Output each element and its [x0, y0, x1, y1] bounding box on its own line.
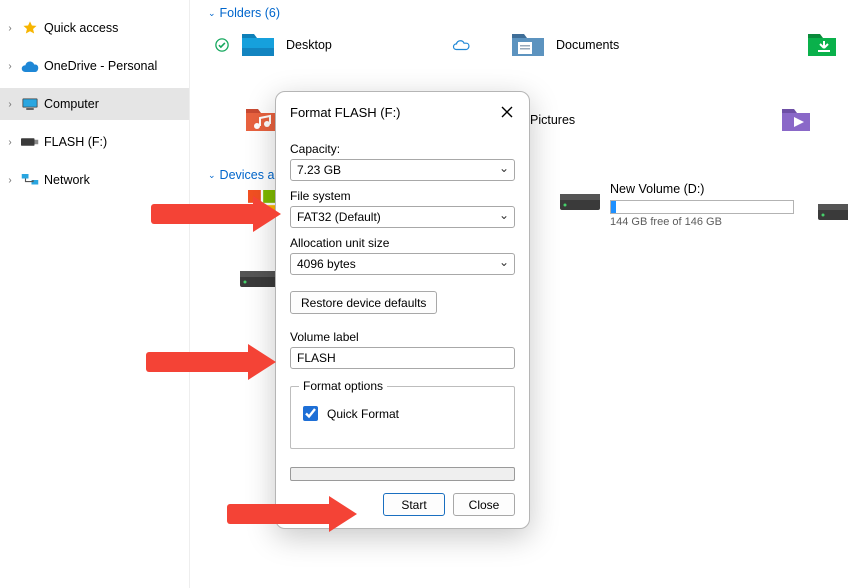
nav-label: OneDrive - Personal — [44, 59, 157, 73]
start-button[interactable]: Start — [383, 493, 445, 516]
folder-icon — [510, 28, 546, 61]
close-action-button[interactable]: Close — [453, 493, 515, 516]
format-dialog: Format FLASH (F:) Capacity: 7.23 GB File… — [275, 91, 530, 529]
folder-icon — [780, 103, 810, 136]
sync-ok-icon — [214, 37, 230, 53]
volume-label-label: Volume label — [290, 330, 515, 344]
chevron-right-icon: › — [4, 137, 16, 148]
devices-header-text: Devices a — [220, 168, 275, 182]
nav-item-computer[interactable]: › Computer — [0, 88, 189, 120]
folder-documents[interactable]: Documents — [510, 28, 790, 61]
cloud-status-icon — [452, 38, 470, 52]
folder-downloads[interactable] — [806, 28, 836, 61]
chevron-right-icon: › — [4, 23, 16, 34]
folder-label: Pictures — [530, 113, 575, 127]
volume-usage-bar — [610, 200, 794, 214]
network-icon — [20, 171, 40, 189]
chevron-right-icon: › — [4, 99, 16, 110]
format-progress-bar — [290, 467, 515, 481]
folder-icon — [240, 28, 276, 61]
chevron-down-icon: ⌄ — [208, 170, 216, 181]
computer-icon — [20, 95, 40, 113]
nav-item-network[interactable]: › Network — [0, 164, 189, 196]
volume-label: New Volume (D:) — [610, 182, 794, 196]
chevron-down-icon: ⌄ — [208, 8, 216, 19]
nav-label: Quick access — [44, 21, 118, 35]
volume-free-text: 144 GB free of 146 GB — [610, 216, 794, 228]
nav-label: Computer — [44, 97, 99, 111]
device-new-volume[interactable]: New Volume (D:) 144 GB free of 146 GB — [560, 182, 794, 228]
quick-format-label: Quick Format — [327, 407, 399, 421]
usb-drive-icon — [20, 133, 40, 151]
chevron-right-icon: › — [4, 61, 16, 72]
nav-label: Network — [44, 173, 90, 187]
restore-defaults-button[interactable]: Restore device defaults — [290, 291, 437, 314]
folder-icon — [806, 28, 836, 61]
folder-videos[interactable] — [780, 103, 810, 136]
filesystem-select[interactable]: FAT32 (Default) — [290, 206, 515, 228]
nav-item-quick-access[interactable]: › Quick access — [0, 12, 189, 44]
folder-label: Desktop — [286, 38, 332, 52]
device-cut[interactable] — [818, 192, 848, 225]
allocation-select[interactable]: 4096 bytes — [290, 253, 515, 275]
folder-label: Documents — [556, 38, 619, 52]
folders-header-text: Folders (6) — [220, 6, 280, 20]
star-icon — [20, 19, 40, 37]
hdd-icon — [240, 259, 280, 289]
folders-group-header[interactable]: ⌄ Folders (6) — [208, 6, 848, 20]
allocation-label: Allocation unit size — [290, 236, 515, 250]
close-icon — [501, 106, 513, 118]
cloud-icon — [20, 57, 40, 75]
nav-item-onedrive[interactable]: › OneDrive - Personal — [0, 50, 189, 82]
nav-item-flash[interactable]: › FLASH (F:) — [0, 126, 189, 158]
hdd-icon — [560, 182, 600, 212]
quick-format-option[interactable]: Quick Format — [299, 403, 506, 424]
folder-desktop[interactable]: Desktop — [214, 28, 494, 61]
capacity-select[interactable]: 7.23 GB — [290, 159, 515, 181]
volume-label-input[interactable] — [290, 347, 515, 369]
nav-label: FLASH (F:) — [44, 135, 107, 149]
capacity-label: Capacity: — [290, 142, 515, 156]
format-options-group: Format options Quick Format — [290, 379, 515, 449]
nav-pane: › Quick access › OneDrive - Personal › C… — [0, 0, 190, 588]
windows-icon — [248, 190, 276, 218]
dialog-title: Format FLASH (F:) — [290, 105, 401, 120]
hdd-icon — [818, 192, 848, 222]
quick-format-checkbox[interactable] — [303, 406, 318, 421]
close-button[interactable] — [497, 102, 517, 122]
filesystem-label: File system — [290, 189, 515, 203]
chevron-right-icon: › — [4, 175, 16, 186]
format-options-legend: Format options — [299, 379, 387, 393]
